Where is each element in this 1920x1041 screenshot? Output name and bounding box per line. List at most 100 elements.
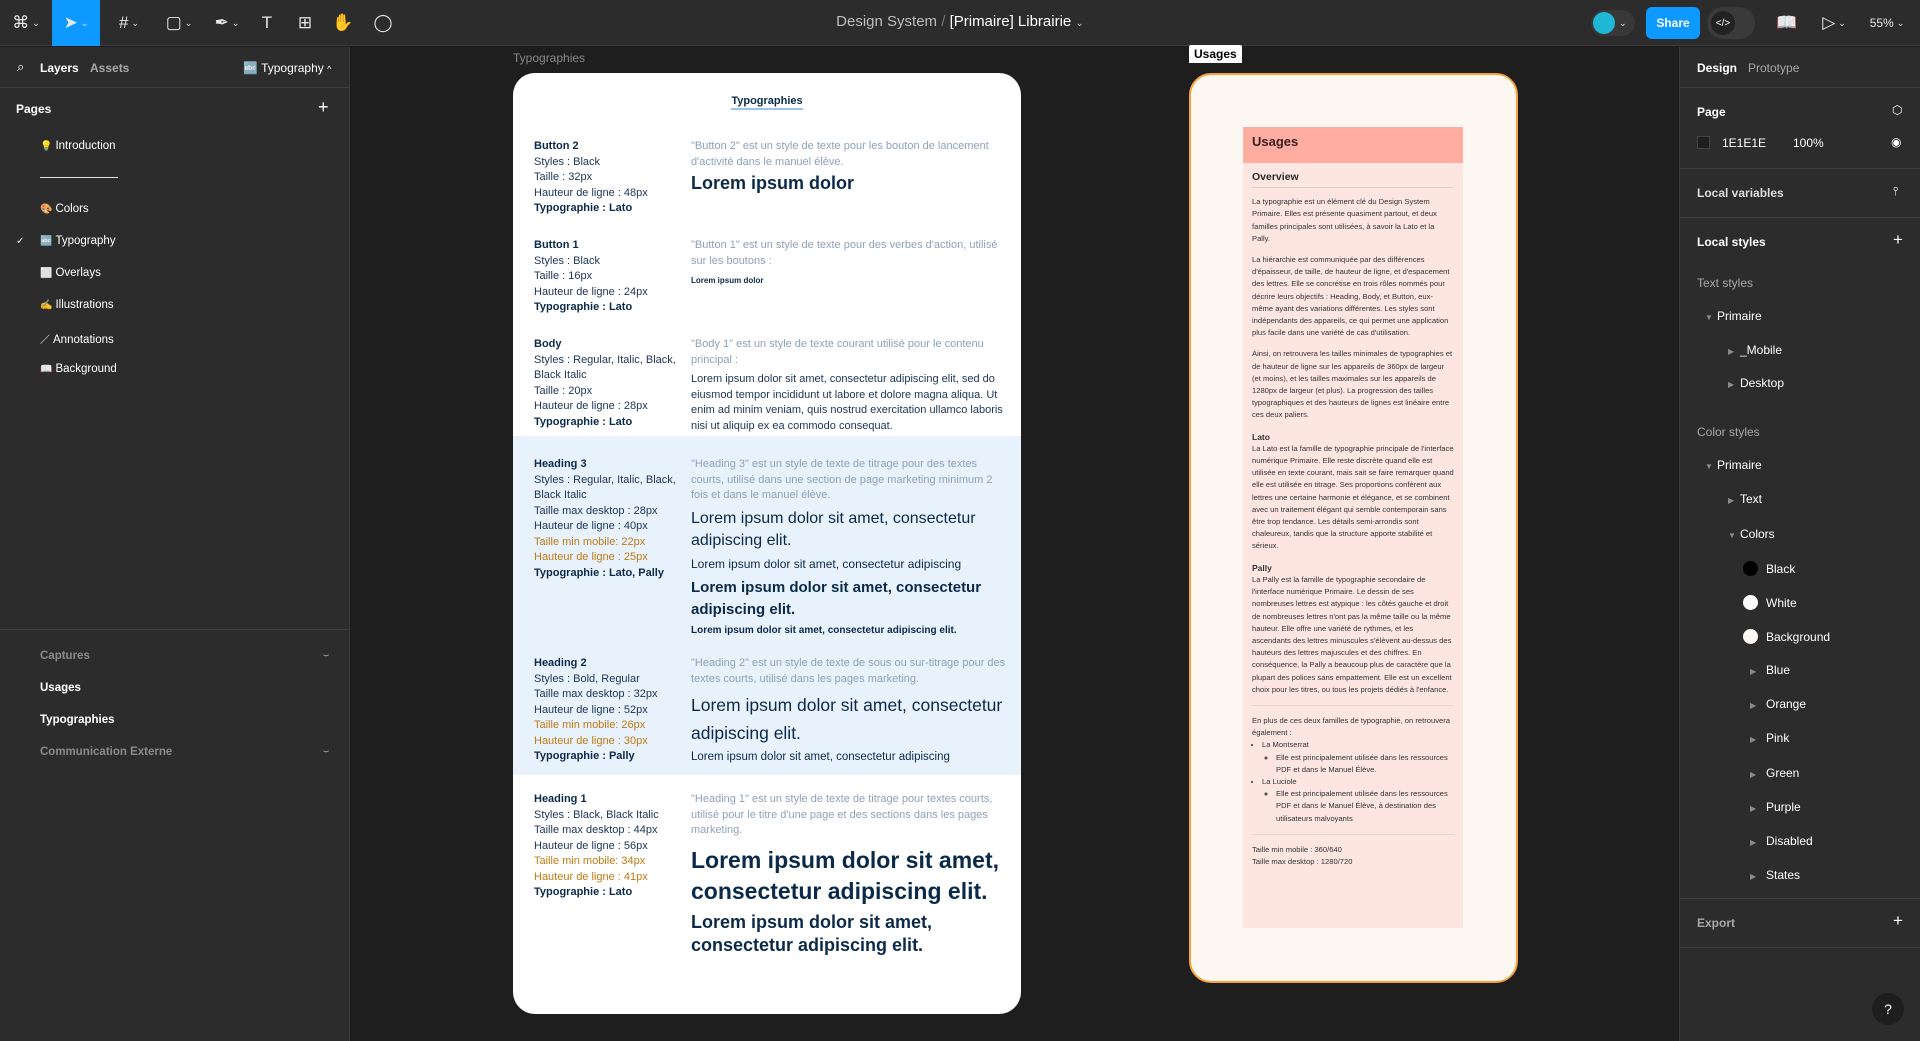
style-spec: Hauteur de ligne : 25px xyxy=(534,551,648,563)
page-item-colors[interactable]: 🎨 Colors xyxy=(16,203,89,215)
color-subgroup-states[interactable]: ▶ States xyxy=(1750,868,1800,882)
page-color-swatch[interactable] xyxy=(1697,136,1710,149)
style-spec: Hauteur de ligne : 40px xyxy=(534,520,648,532)
tab-layers[interactable]: Layers xyxy=(40,61,79,75)
color-style-label[interactable]: Background xyxy=(1766,630,1830,644)
usages-frame-label[interactable]: Usages xyxy=(1189,45,1242,63)
hidden-eye-icon[interactable]: ⌣ xyxy=(323,746,329,757)
tab-prototype[interactable]: Prototype xyxy=(1748,61,1799,75)
paragraph: En plus de ces deux familles de typograp… xyxy=(1252,715,1450,738)
page-item-overlays[interactable]: ⬜ Overlays xyxy=(16,267,101,279)
styles-icon[interactable]: ⬡ xyxy=(1892,103,1902,117)
color-subgroup-orange[interactable]: ▶ Orange xyxy=(1750,697,1806,711)
sample-text: Lorem ipsum dolor sit amet, consectetur … xyxy=(691,624,957,636)
list-item: Elle est principalement utilisée dans le… xyxy=(1276,752,1454,776)
min-mobile-size: Taille min mobile : 360/640 xyxy=(1252,844,1342,854)
page-item-annotations[interactable]: ／ Annotations xyxy=(16,331,114,346)
pally-title: Pally xyxy=(1252,562,1272,573)
tab-design[interactable]: Design xyxy=(1697,61,1737,75)
max-desktop-size: Taille max desktop : 1280/720 xyxy=(1252,856,1353,866)
page-switcher[interactable]: 🔤 Typography ^ xyxy=(243,61,331,75)
layer-captures[interactable]: Captures ⌣ xyxy=(17,650,337,662)
share-button[interactable]: Share xyxy=(1646,7,1700,39)
zoom-value: 55% xyxy=(1869,16,1894,30)
sample-text: Lorem ipsum dolor sit amet, consectetur … xyxy=(691,751,950,763)
visibility-eye-icon[interactable]: ◉ xyxy=(1891,135,1901,149)
color-swatch-white xyxy=(1743,595,1758,610)
variables-icon[interactable]: ⫯ xyxy=(1893,184,1898,199)
page-opacity-value[interactable]: 100% xyxy=(1793,136,1824,150)
present-button[interactable]: ▷ ⌄ xyxy=(1816,0,1852,46)
style-spec: Taille : 32px xyxy=(534,171,593,183)
color-subgroup-pink[interactable]: ▶ Pink xyxy=(1750,731,1789,745)
color-group-colors[interactable]: ▼ Colors xyxy=(1728,527,1775,541)
layer-typographies[interactable]: Typographies xyxy=(17,714,337,726)
paragraph: La Lato est la famille de typographie pr… xyxy=(1252,443,1454,551)
color-subgroup-label: Blue xyxy=(1766,663,1791,677)
caret-right-icon: ▶ xyxy=(1750,803,1757,813)
dev-mode-toggle[interactable]: </> xyxy=(1707,7,1755,39)
left-panel: ⌕ Layers Assets 🔤 Typography ^ Pages + 💡… xyxy=(0,47,350,1041)
page-item-typography[interactable]: ✓ 🔤 Typography xyxy=(16,235,116,247)
zoom-dropdown[interactable]: 55% ⌄ xyxy=(1862,0,1912,46)
search-icon[interactable]: ⌕ xyxy=(17,59,24,75)
page-label: Colors xyxy=(55,203,89,215)
color-subgroup-green[interactable]: ▶ Green xyxy=(1750,766,1799,780)
page-section-title: Page xyxy=(1697,105,1726,119)
chevron-down-icon[interactable]: ⌄ xyxy=(1075,18,1083,29)
style-spec: Hauteur de ligne : 56px xyxy=(534,839,648,852)
typographies-frame-label[interactable]: Typographies xyxy=(513,51,585,65)
tab-assets[interactable]: Assets xyxy=(90,61,129,75)
color-style-label[interactable]: White xyxy=(1766,596,1797,610)
usages-header: Usages xyxy=(1243,127,1463,163)
hidden-eye-icon[interactable]: ⌣ xyxy=(323,650,329,661)
caret-right-icon: ▶ xyxy=(1750,701,1757,711)
page-item-illustrations[interactable]: ✍️ Illustrations xyxy=(16,299,114,311)
style-spec: Typographie : Lato xyxy=(534,415,633,428)
page-label: Illustrations xyxy=(55,299,114,311)
local-variables-title[interactable]: Local variables xyxy=(1697,186,1784,200)
page-emoji-icon: 💡 xyxy=(40,141,53,152)
style-specs: Button 1 Styles : Black Taille : 16px Haute… xyxy=(534,238,684,316)
file-name[interactable]: [Primaire] Librairie xyxy=(950,13,1072,30)
page-label: Background xyxy=(55,363,117,375)
color-subgroup-disabled[interactable]: ▶ Disabled xyxy=(1750,834,1813,848)
color-subgroup-label: Green xyxy=(1766,765,1800,780)
color-style-group[interactable]: ▼ Primaire xyxy=(1705,458,1762,472)
layer-usages[interactable]: Usages xyxy=(17,682,337,694)
check-icon: ✓ xyxy=(16,236,25,247)
color-subgroup-label: Orange xyxy=(1766,697,1807,712)
page-item-introduction[interactable]: 💡 Introduction xyxy=(16,140,116,152)
style-spec: Styles : Regular, Italic, Black, Black I… xyxy=(534,353,676,382)
style-specs: Button 2 Styles : Black Taille : 32px Haute… xyxy=(534,139,684,217)
description-text: "Body 1" est un style de texte courant u… xyxy=(691,338,984,366)
paragraph: La Pally est la famille de typographie s… xyxy=(1252,574,1452,694)
font-list: La Montserrat Elle est principalement ut… xyxy=(1262,739,1454,824)
caret-right-icon: ▶ xyxy=(1750,872,1757,882)
text-style-group[interactable]: ▼ Primaire xyxy=(1705,309,1762,323)
caret-right-icon: ▶ xyxy=(1728,496,1735,505)
text-style-item[interactable]: ▶ Desktop xyxy=(1728,376,1784,390)
page-color-value[interactable]: 1E1E1E xyxy=(1722,136,1766,150)
layer-communication-externe[interactable]: Communication Externe ⌣ xyxy=(17,746,337,758)
color-styles-title: Color styles xyxy=(1697,425,1760,439)
typographies-frame[interactable]: Typographies Button 2 Styles : Black Taill… xyxy=(513,73,1021,1014)
help-button[interactable]: ? xyxy=(1872,993,1904,1025)
color-style-label[interactable]: Black xyxy=(1766,562,1795,576)
library-button[interactable]: 📖 xyxy=(1772,0,1802,46)
page-item-background[interactable]: 📖 Background xyxy=(16,363,117,375)
color-subgroup-blue[interactable]: ▶ Blue xyxy=(1750,663,1790,677)
add-page-icon[interactable]: + xyxy=(318,97,329,118)
add-export-icon[interactable]: + xyxy=(1893,911,1903,931)
toolbar: ⌘ ⌄ ➤ ⌄ # ⌄ ▢ ⌄ ✒ ⌄ T ⊞ ✋ ◯ Design System / [… xyxy=(0,0,1920,46)
text-style-item[interactable]: ▶ _Mobile xyxy=(1728,343,1782,357)
color-subgroup-purple[interactable]: ▶ Purple xyxy=(1750,800,1801,814)
color-group-text[interactable]: ▶ Text xyxy=(1728,492,1762,506)
add-style-icon[interactable]: + xyxy=(1893,230,1903,250)
play-icon: ▷ xyxy=(1822,13,1836,32)
book-icon: 📖 xyxy=(1776,13,1798,32)
description-text: "Heading 3" est un style de texte de tit… xyxy=(691,458,993,501)
project-name[interactable]: Design System xyxy=(836,13,937,30)
user-avatar-menu[interactable]: ⌄ xyxy=(1591,10,1635,36)
style-spec: Styles : Bold, Regular xyxy=(534,672,640,685)
